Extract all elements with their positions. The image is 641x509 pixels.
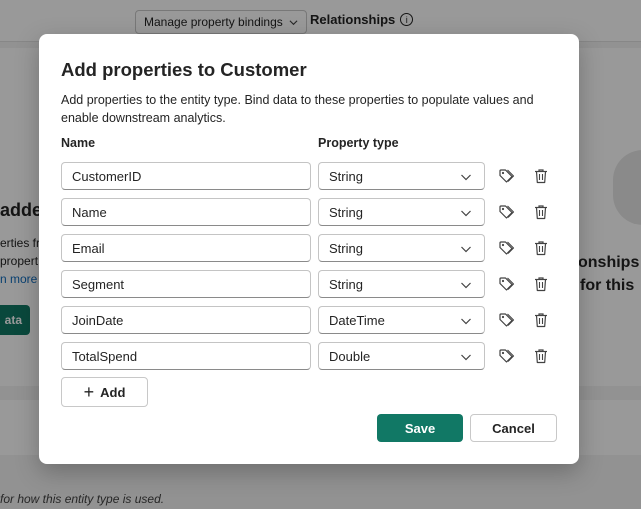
chevron-down-icon [461,282,471,289]
trash-icon[interactable] [532,275,550,293]
chevron-down-icon [461,174,471,181]
property-row: String [61,234,561,264]
property-type-dropdown[interactable]: String [318,162,485,190]
chevron-down-icon [461,354,471,361]
name-column-header: Name [61,136,96,150]
trash-icon[interactable] [532,311,550,329]
cancel-button[interactable]: Cancel [470,414,557,442]
property-row: String [61,198,561,228]
add-label: Add [100,384,126,400]
property-type-dropdown[interactable]: String [318,234,485,262]
property-type-value: Double [329,348,371,364]
chevron-down-icon [461,318,471,325]
chevron-down-icon [461,210,471,217]
save-button[interactable]: Save [377,414,463,442]
trash-icon[interactable] [532,347,550,365]
property-type-column-header: Property type [318,136,399,150]
property-type-value: DateTime [329,312,385,328]
property-type-dropdown[interactable]: String [318,270,485,298]
property-type-dropdown[interactable]: String [318,198,485,226]
property-type-value: String [329,276,363,292]
property-type-dropdown[interactable]: DateTime [318,306,485,334]
property-type-value: String [329,168,363,184]
chevron-down-icon [461,246,471,253]
add-property-button[interactable]: + Add [61,377,148,407]
property-type-value: String [329,240,363,256]
property-name-input[interactable] [61,162,311,190]
tag-icon[interactable] [497,275,515,293]
property-row: DateTime [61,306,561,336]
property-row: String [61,270,561,300]
property-name-input[interactable] [61,198,311,226]
tag-icon[interactable] [497,347,515,365]
property-name-input[interactable] [61,306,311,334]
plus-icon: + [83,382,95,402]
property-row: Double [61,342,561,372]
property-row: String [61,162,561,192]
property-name-input[interactable] [61,342,311,370]
trash-icon[interactable] [532,239,550,257]
dialog-description: Add properties to the entity type. Bind … [61,93,534,125]
trash-icon[interactable] [532,167,550,185]
trash-icon[interactable] [532,203,550,221]
dialog-title: Add properties to Customer [61,59,307,80]
add-properties-dialog: Add properties to Customer Add propertie… [39,34,579,464]
tag-icon[interactable] [497,167,515,185]
property-type-value: String [329,204,363,220]
property-type-dropdown[interactable]: Double [318,342,485,370]
tag-icon[interactable] [497,203,515,221]
tag-icon[interactable] [497,311,515,329]
property-name-input[interactable] [61,234,311,262]
property-name-input[interactable] [61,270,311,298]
tag-icon[interactable] [497,239,515,257]
